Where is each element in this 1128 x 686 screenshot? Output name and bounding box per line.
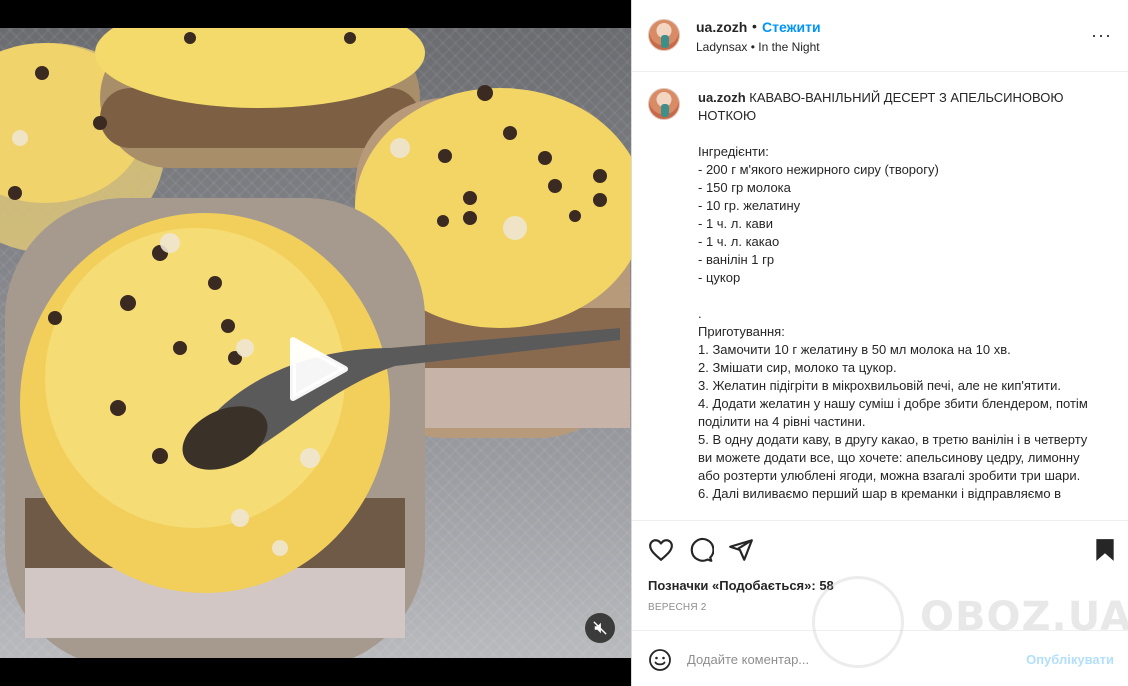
video-player[interactable] [0,0,631,686]
more-icon[interactable]: ··· [1091,26,1112,44]
post-caption: ua.zozh КАВАВО-ВАНІЛЬНИЙ ДЕСЕРТ З АПЕЛЬС… [698,89,1096,503]
post-details-panel: ua.zozh • Стежити Ladynsax • In the Nigh… [631,0,1128,686]
author-username[interactable]: ua.zozh [696,19,747,35]
comment-input[interactable] [687,647,1007,671]
follow-button[interactable]: Стежити [762,19,821,35]
caption-avatar[interactable] [648,88,680,120]
bookmark-icon[interactable] [1092,537,1118,563]
heart-icon[interactable] [648,537,674,563]
post-date: ВЕРЕСНЯ 2 [648,602,707,613]
likes-number: 58 [819,578,834,593]
video-frame [0,28,631,658]
audio-track[interactable]: Ladynsax • In the Night [696,40,820,54]
comment-icon[interactable] [688,537,715,563]
smiley-icon[interactable] [648,648,672,672]
likes-count[interactable]: Позначки «Подобається»: 58 [648,578,834,593]
publish-button[interactable]: Опублікувати [1026,652,1114,667]
caption-username[interactable]: ua.zozh [698,90,746,105]
post-header: ua.zozh • Стежити Ladynsax • In the Nigh… [632,0,1128,72]
caption-text: КАВАВО-ВАНІЛЬНИЙ ДЕСЕРТ З АПЕЛЬСИНОВОЮ Н… [698,90,1088,501]
likes-label: Позначки «Подобається»: [648,578,816,593]
avatar[interactable] [648,19,680,51]
caption-scroll-area[interactable]: ua.zozh КАВАВО-ВАНІЛЬНИЙ ДЕСЕРТ З АПЕЛЬС… [632,72,1128,520]
play-icon[interactable] [287,336,349,402]
action-bar [632,520,1128,576]
comment-bar: Опублікувати [632,630,1128,686]
speaker-muted-icon [593,621,607,635]
separator-dot: • [752,18,757,34]
mute-button[interactable] [585,613,615,643]
send-icon[interactable] [728,537,754,563]
